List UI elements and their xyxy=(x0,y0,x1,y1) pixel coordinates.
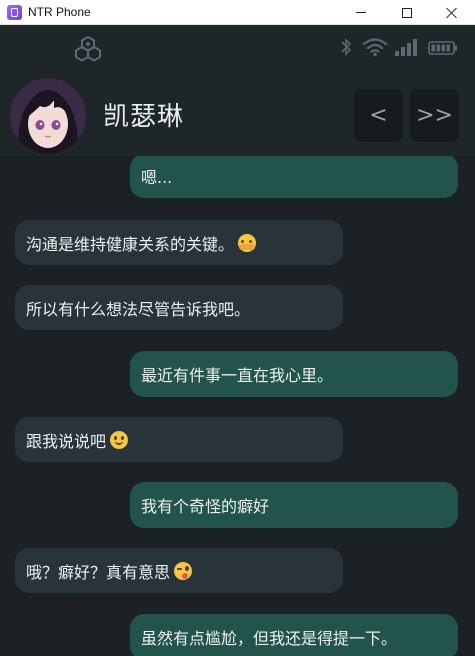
message-bubble-sent: 嗯... xyxy=(130,156,458,198)
message-text: 哦？癖好？真有意思 xyxy=(26,562,171,582)
minimize-button[interactable] xyxy=(338,0,384,25)
message-text: 所以有什么想法尽管告诉我吧。 xyxy=(26,299,251,319)
previous-button[interactable]: < xyxy=(354,89,403,142)
maximize-button[interactable] xyxy=(384,0,430,25)
message-text: 沟通是维持健康关系的关键。 xyxy=(26,234,235,254)
message-bubble-sent: 最近有件事一直在我心里。 xyxy=(130,351,458,397)
contact-name: 凯瑟琳 xyxy=(103,102,185,132)
message-bubble-sent: 虽然有点尴尬，但我还是得提一下。 xyxy=(130,614,458,656)
signal-icon xyxy=(395,39,417,56)
app-phone-icon xyxy=(7,5,22,20)
battery-icon xyxy=(428,41,457,55)
winking-tongue-emoji-icon xyxy=(174,561,193,580)
hex-network-icon xyxy=(75,35,101,62)
close-icon xyxy=(446,7,458,19)
bluetooth-icon xyxy=(341,38,352,56)
skip-forward-button[interactable]: >> xyxy=(410,89,459,142)
contact-avatar[interactable] xyxy=(10,78,86,154)
message-text: 跟我说说吧 xyxy=(26,431,107,451)
message-text: 我有个奇怪的癖好 xyxy=(141,497,270,516)
minimize-icon xyxy=(356,12,366,13)
message-text: 最近有件事一直在我心里。 xyxy=(141,366,334,385)
window-title: NTR Phone xyxy=(28,5,91,19)
maximize-icon xyxy=(402,7,412,18)
message-bubble-received: 哦？癖好？真有意思 xyxy=(15,548,343,593)
phone-status-bar xyxy=(0,25,475,70)
avatar-portrait-icon xyxy=(10,78,86,154)
wifi-icon xyxy=(362,38,388,57)
chat-message-list[interactable]: 嗯... 沟通是维持健康关系的关键。 所以有什么想法尽管告诉我吧。 最近有件事一… xyxy=(0,156,475,656)
message-text: 虽然有点尴尬，但我还是得提一下。 xyxy=(141,629,398,648)
message-bubble-received: 沟通是维持健康关系的关键。 xyxy=(15,220,343,265)
message-text: 嗯... xyxy=(141,168,173,187)
close-button[interactable] xyxy=(429,0,475,25)
message-bubble-received: 跟我说说吧 xyxy=(15,417,343,462)
message-bubble-sent: 我有个奇怪的癖好 xyxy=(130,482,458,528)
window-titlebar: NTR Phone xyxy=(0,0,475,25)
message-bubble-received: 所以有什么想法尽管告诉我吧。 xyxy=(15,285,343,330)
chat-header: 凯瑟琳 < >> xyxy=(0,70,475,156)
smiling-face-emoji-icon xyxy=(110,430,129,449)
hugging-face-emoji-icon xyxy=(238,233,257,252)
